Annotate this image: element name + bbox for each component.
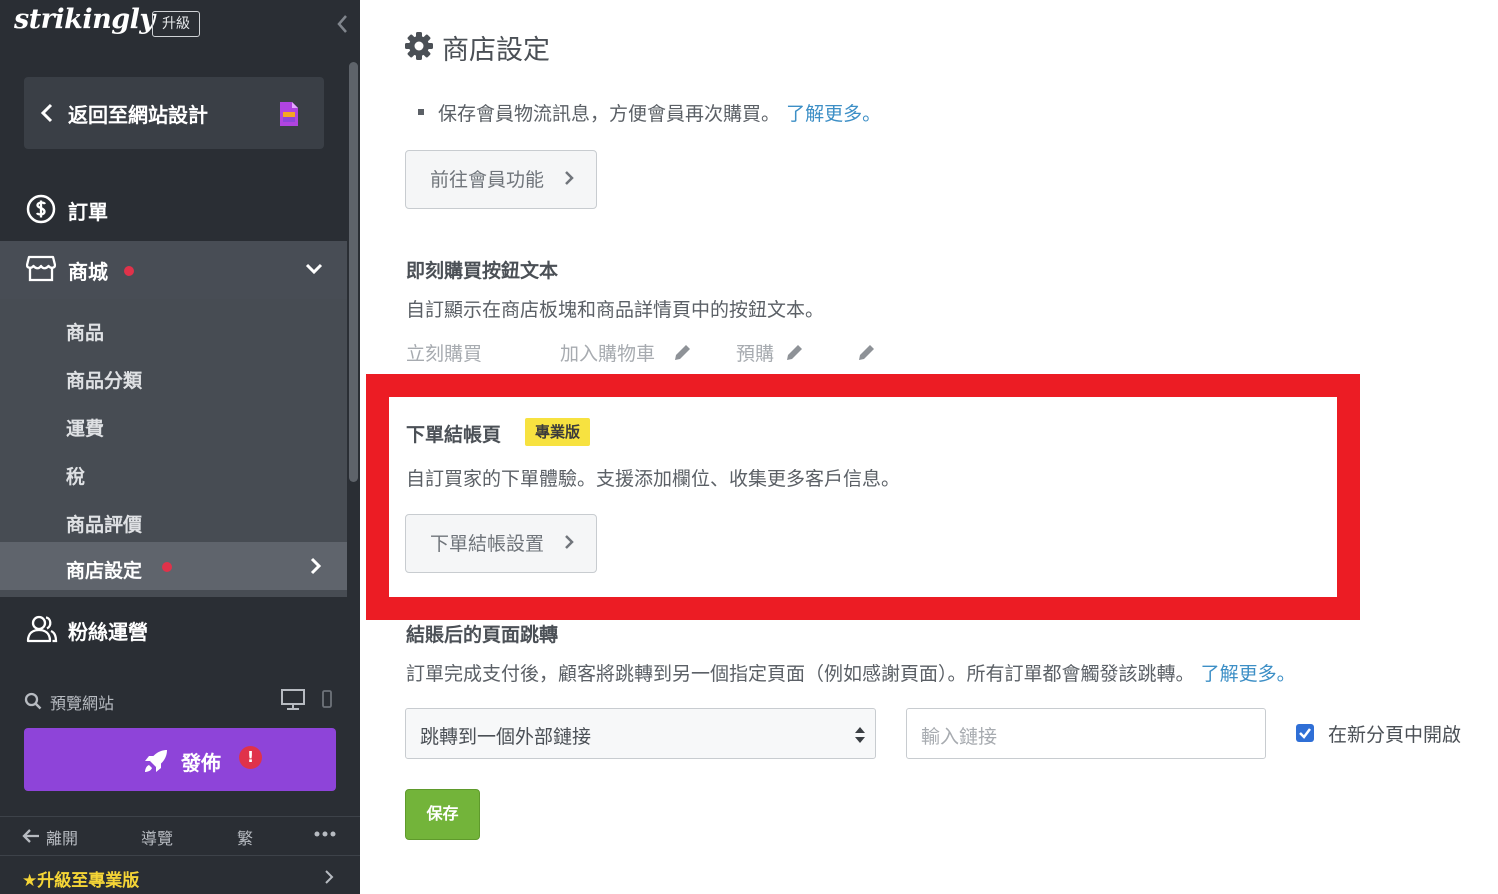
preorder-label[interactable]: 預購 [736,339,774,366]
store-icon [26,255,56,282]
select-value: 跳轉到一個外部鏈接 [420,726,592,748]
language-button[interactable]: 繁 [237,825,253,849]
redirect-heading: 結賬后的頁面跳轉 [406,624,559,646]
gear-icon [405,32,433,60]
buy-button-text-heading: 即刻購買按鈕文本 [406,260,559,282]
sidebar-item-label: 運費 [66,418,105,440]
sidebar-item-store-settings[interactable]: 商店設定 [0,542,347,590]
notification-dot [124,266,134,276]
scrollbar-thumb[interactable] [349,62,358,482]
upgrade-pro-bar[interactable]: ★升級至專業版 [0,855,360,894]
users-icon [26,615,58,643]
sidebar-item-label: 訂單 [68,200,108,224]
store-submenu: 商品 商品分類 運費 稅 商品評價 商店設定 [0,299,347,597]
chevron-left-icon [40,103,53,123]
pencil-icon[interactable] [856,343,876,363]
arrow-left-icon [22,829,39,843]
sidebar-item-reviews[interactable]: 商品評價 [0,496,347,544]
alert-badge: ! [239,746,262,769]
bullet-marker [418,109,424,115]
redirect-desc: 訂單完成支付後，顧客將跳轉到另一個指定頁面（例如感謝頁面）。所有訂單都會觸發該跳… [406,659,1296,686]
dollar-circle-icon [26,194,56,224]
chevron-right-icon [310,557,322,575]
preview-site-row[interactable]: 預覽網站 [0,680,360,720]
sidebar-item-label: 商品評價 [66,514,143,536]
redirect-url-input[interactable]: 輸入鏈接 [906,708,1266,759]
buy-now-label[interactable]: 立刻購買 [406,339,482,366]
site-thumbnail-icon [280,102,298,126]
sidebar-item-products[interactable]: 商品 [0,304,347,352]
save-button[interactable]: 保存 [405,789,480,840]
highlight-annotation-box [366,374,1360,620]
search-icon [24,692,42,710]
sidebar-item-label: 粉絲運營 [68,620,148,644]
sidebar-item-label: 商品 [66,322,105,344]
brand-bar: strikingly 升級 [0,0,360,50]
mobile-icon[interactable] [321,689,333,709]
chevron-right-icon [325,870,334,884]
preview-site-label: 預覽網站 [50,694,115,713]
input-placeholder: 輸入鏈接 [921,726,998,748]
more-icon[interactable] [314,831,336,837]
sidebar-item-fans[interactable]: 粉絲運營 [0,598,347,660]
sidebar-item-tax[interactable]: 稅 [0,448,347,496]
chevron-down-icon [305,263,323,275]
sidebar-item-label: 稅 [66,466,86,488]
add-to-cart-label[interactable]: 加入購物車 [560,339,655,366]
back-label: 返回至網站設計 [68,103,208,127]
open-new-tab-checkbox[interactable] [1296,724,1314,742]
sidebar-item-store[interactable]: 商城 [0,241,347,299]
buy-button-text-desc: 自訂顯示在商店板塊和商品詳情頁中的按鈕文本。 [406,299,825,321]
upgrade-pro-label: ★升級至專業版 [22,871,140,891]
publish-button[interactable]: 發佈 ! [24,728,336,791]
sidebar-item-label: 商店設定 [66,560,143,582]
publish-label: 發佈 [181,751,221,775]
sidebar: strikingly 升級 返回至網站設計 訂單 商城 商品 商品分類 運費 稅… [0,0,360,894]
notification-dot [162,562,172,572]
sidebar-item-categories[interactable]: 商品分類 [0,352,347,400]
chevron-left-icon[interactable] [336,14,348,34]
tour-button[interactable]: 導覽 [141,825,173,849]
upgrade-badge[interactable]: 升級 [152,11,200,37]
member-info-text: 保存會員物流訊息，方便會員再次購買。 了解更多。 [438,99,881,126]
pencil-icon[interactable] [672,343,692,363]
rocket-icon [145,750,167,772]
redirect-type-select[interactable]: 跳轉到一個外部鏈接 [405,708,876,759]
select-arrows-icon [855,727,865,743]
redirect-desc-text: 訂單完成支付後，顧客將跳轉到另一個指定頁面（例如感謝頁面）。所有訂單都會觸發該跳… [406,663,1195,685]
learn-more-link[interactable]: 了解更多。 [1201,663,1296,685]
sidebar-item-orders[interactable]: 訂單 [0,178,347,240]
sidebar-item-label: 商品分類 [66,370,143,392]
sidebar-bottom-bar: 離開 導覽 繁 [0,816,360,854]
pencil-icon[interactable] [784,343,804,363]
member-info-desc: 保存會員物流訊息，方便會員再次購買。 [438,103,781,125]
learn-more-link[interactable]: 了解更多。 [786,103,881,125]
button-label: 前往會員功能 [430,169,545,191]
open-new-tab-label[interactable]: 在新分頁中開啟 [1328,720,1461,747]
chevron-right-icon [565,171,574,185]
sidebar-item-shipping[interactable]: 運費 [0,400,347,448]
back-to-site-design-button[interactable]: 返回至網站設計 [24,77,324,149]
sidebar-item-label: 商城 [68,260,108,284]
desktop-icon[interactable] [280,688,306,710]
strikingly-logo[interactable]: strikingly [14,4,155,35]
leave-button[interactable]: 離開 [46,825,78,849]
go-to-membership-button[interactable]: 前往會員功能 [405,150,597,209]
page-title: 商店設定 [442,35,550,66]
sidebar-scrollbar[interactable] [347,58,360,598]
check-icon [1299,728,1311,739]
